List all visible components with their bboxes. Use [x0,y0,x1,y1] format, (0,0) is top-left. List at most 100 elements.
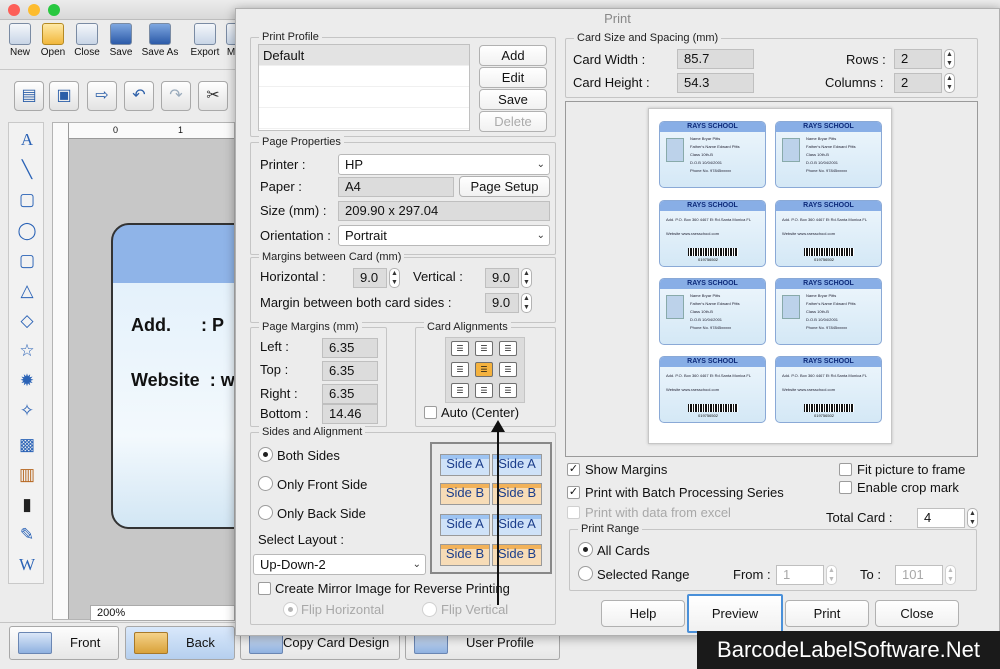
minimize-window-icon[interactable] [28,4,40,16]
auto-center-checkbox[interactable] [424,406,437,419]
crop-mark-checkbox[interactable] [839,481,852,494]
text-tool-icon[interactable]: A [15,128,39,152]
to-field[interactable]: 101 [895,565,943,585]
total-card-field[interactable]: 4 [917,508,965,528]
new-button[interactable]: New [3,23,37,58]
design-canvas[interactable]: 0 1 Add. : P Website : w [52,122,235,620]
save-button[interactable]: Save [104,23,138,58]
fit-picture-checkbox[interactable] [839,463,852,476]
mini-card-barcode-number: 019756502 [814,413,835,418]
front-tab[interactable]: Front [9,626,119,660]
layout-select[interactable]: Up-Down-2 ⌄ [253,554,426,575]
diamond-tool-icon[interactable]: ◇ [15,309,39,333]
rounded-rect-tool-icon[interactable]: ▢ [15,249,39,273]
show-margins-checkbox[interactable]: ✓ [567,463,580,476]
left-margin-field[interactable]: 6.35 [322,338,378,358]
back-side-radio[interactable] [258,505,273,520]
star-tool-icon[interactable]: ☆ [15,339,39,363]
top-margin-field[interactable]: 6.35 [322,361,378,381]
align-bottom-center-icon[interactable]: ☰ [475,383,493,398]
rows-stepper[interactable]: ▲ ▼ [944,49,955,69]
selected-range-radio[interactable] [578,566,593,581]
page-setup-button[interactable]: Page Setup [459,176,550,197]
card-height-field[interactable]: 54.3 [677,73,754,93]
from-field[interactable]: 1 [776,565,824,585]
total-card-stepper[interactable]: ▲ ▼ [967,508,978,528]
right-margin-field[interactable]: 6.35 [322,384,378,404]
save-as-button[interactable]: Save As [140,23,180,58]
import-icon[interactable]: ⇨ [87,81,117,111]
batch-processing-checkbox[interactable]: ✓ [567,486,580,499]
align-top-center-icon[interactable]: ☰ [475,341,493,356]
undo-icon[interactable]: ↶ [124,81,154,111]
align-top-left-icon[interactable]: ☰ [451,341,469,356]
export-button[interactable]: Export [186,23,224,58]
excel-data-checkbox[interactable] [567,506,580,519]
profile-list-item[interactable]: Default [259,45,469,66]
align-bottom-right-icon[interactable]: ☰ [499,383,517,398]
close-dialog-button[interactable]: Close [875,600,959,627]
edit-profile-button[interactable]: Edit [479,67,547,88]
properties-icon[interactable]: ▤ [14,81,44,111]
size-field[interactable]: 209.90 x 297.04 [338,201,550,221]
print-button[interactable]: Print [785,600,869,627]
cut-icon[interactable]: ✂ [198,81,228,111]
mini-card-field: Website www.raesschool.com [782,231,836,236]
ellipse-tool-icon[interactable]: ◯ [15,219,39,243]
align-top-right-icon[interactable]: ☰ [499,341,517,356]
triangle-tool-icon[interactable]: △ [15,279,39,303]
library-tool-icon[interactable]: ▥ [15,463,39,487]
signature-tool-icon[interactable]: ✎ [15,523,39,547]
align-bottom-left-icon[interactable]: ☰ [451,383,469,398]
both-sides-radio[interactable] [258,447,273,462]
flip-vertical-radio[interactable] [422,602,437,617]
card-width-field[interactable]: 85.7 [677,49,754,69]
drawing-tools-panel: A ╲ ▢ ◯ ▢ △ ◇ ☆ ✹ ✧ ▩ ▥ ▮ ✎ W [8,122,44,584]
rows-field[interactable]: 2 [894,49,942,69]
zoom-window-icon[interactable] [48,4,60,16]
both-sides-margin-field[interactable]: 9.0 [485,293,519,313]
help-button[interactable]: Help [601,600,685,627]
back-tab[interactable]: Back [125,626,235,660]
from-stepper[interactable]: ▲ ▼ [826,565,837,585]
front-side-radio[interactable] [258,476,273,491]
columns-stepper[interactable]: ▲ ▼ [944,73,955,93]
close-button[interactable]: Close [70,23,104,58]
delete-profile-button[interactable]: Delete [479,111,547,132]
printer-select[interactable]: HP ⌄ [338,154,550,175]
horizontal-margin-field[interactable]: 9.0 [353,268,387,288]
vertical-margin-field[interactable]: 9.0 [485,268,519,288]
align-middle-center-icon[interactable]: ☰ [475,362,493,377]
orientation-select[interactable]: Portrait ⌄ [338,225,550,246]
vertical-margin-stepper[interactable]: ▲ ▼ [521,268,532,288]
barcode-tool-icon[interactable]: ▮ [15,493,39,517]
picture-tool-icon[interactable]: ▩ [15,433,39,457]
profile-list[interactable]: Default [258,44,470,131]
bottom-margin-field[interactable]: 14.46 [322,404,378,424]
burst-tool-icon[interactable]: ✹ [15,369,39,393]
image-icon[interactable]: ▣ [49,81,79,111]
word-art-tool-icon[interactable]: W [15,553,39,577]
card-design-preview[interactable]: Add. : P Website : w [111,223,234,529]
both-sides-margin-stepper[interactable]: ▲ ▼ [521,293,532,313]
zoom-level[interactable]: 200% [90,605,235,621]
open-button[interactable]: Open [36,23,70,58]
save-profile-button[interactable]: Save [479,89,547,110]
to-stepper[interactable]: ▲ ▼ [945,565,956,585]
columns-field[interactable]: 2 [894,73,942,93]
preview-button[interactable]: Preview [687,594,783,633]
paper-field[interactable]: A4 [338,177,454,197]
align-middle-right-icon[interactable]: ☰ [499,362,517,377]
redo-icon[interactable]: ↷ [161,81,191,111]
horizontal-margin-stepper[interactable]: ▲ ▼ [389,268,400,288]
mirror-image-checkbox[interactable] [258,582,271,595]
add-profile-button[interactable]: Add [479,45,547,66]
rectangle-tool-icon[interactable]: ▢ [15,188,39,212]
all-cards-radio[interactable] [578,542,593,557]
shape-tool-icon[interactable]: ✧ [15,399,39,423]
close-window-icon[interactable] [8,4,20,16]
fit-picture-label: Fit picture to frame [857,462,966,477]
align-middle-left-icon[interactable]: ☰ [451,362,469,377]
flip-horizontal-radio[interactable] [283,602,298,617]
line-tool-icon[interactable]: ╲ [15,158,39,182]
